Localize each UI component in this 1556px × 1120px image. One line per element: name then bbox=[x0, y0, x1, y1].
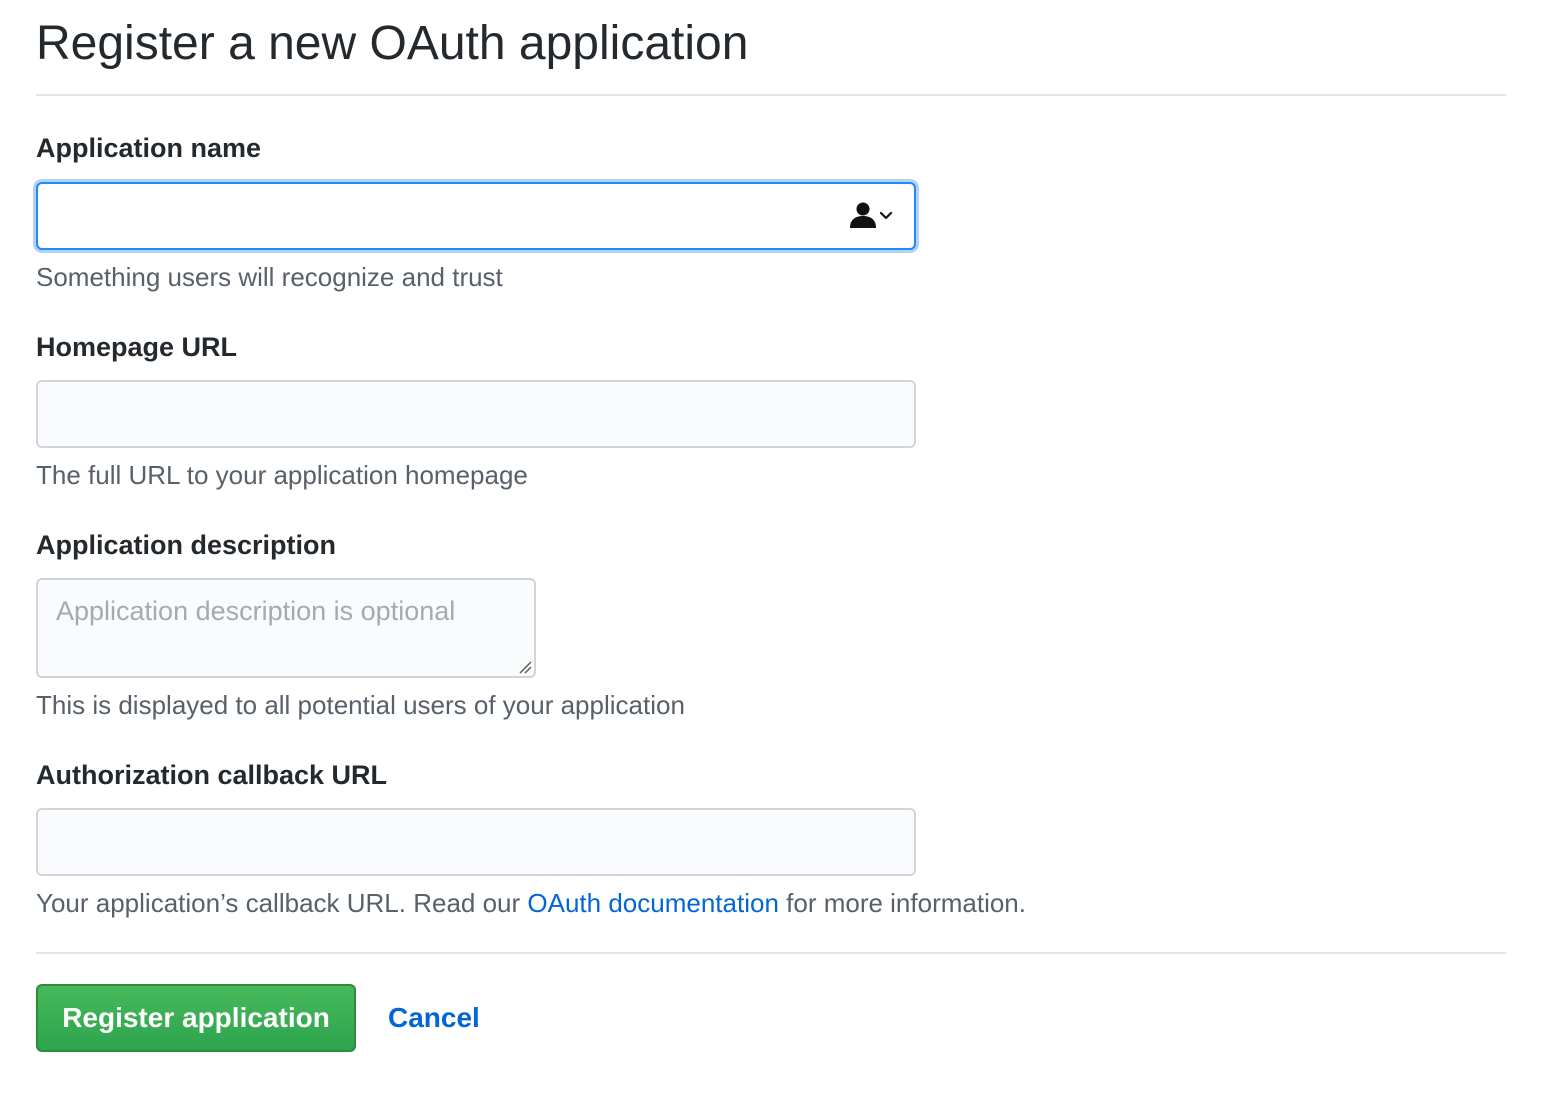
callback-note-prefix: Your application’s callback URL. Read ou… bbox=[36, 888, 528, 918]
app-name-note: Something users will recognize and trust bbox=[36, 262, 503, 292]
homepage-url-input[interactable] bbox=[36, 380, 916, 448]
register-application-button[interactable]: Register application bbox=[36, 984, 356, 1052]
homepage-url-note: The full URL to your application homepag… bbox=[36, 460, 528, 490]
form-actions-divider bbox=[36, 952, 1506, 954]
app-description-textarea[interactable] bbox=[36, 578, 536, 678]
page-title: Register a new OAuth application bbox=[36, 0, 1506, 96]
callback-url-note: Your application’s callback URL. Read ou… bbox=[36, 887, 1026, 919]
app-description-label: Application description bbox=[36, 530, 337, 560]
person-autofill-icon[interactable] bbox=[846, 201, 894, 231]
app-name-input[interactable] bbox=[36, 182, 916, 250]
oauth-app-form-page: Register a new OAuth application Applica… bbox=[36, 0, 1506, 1052]
app-name-label: Application name bbox=[36, 133, 262, 163]
callback-url-label: Authorization callback URL bbox=[36, 760, 388, 790]
cancel-link[interactable]: Cancel bbox=[388, 1002, 480, 1034]
homepage-url-label: Homepage URL bbox=[36, 332, 238, 362]
callback-url-input[interactable] bbox=[36, 808, 916, 876]
oauth-documentation-link[interactable]: OAuth documentation bbox=[527, 888, 779, 918]
resize-grip-icon[interactable] bbox=[518, 660, 532, 674]
app-description-note: This is displayed to all potential users… bbox=[36, 690, 685, 720]
callback-note-suffix: for more information. bbox=[778, 888, 1026, 918]
